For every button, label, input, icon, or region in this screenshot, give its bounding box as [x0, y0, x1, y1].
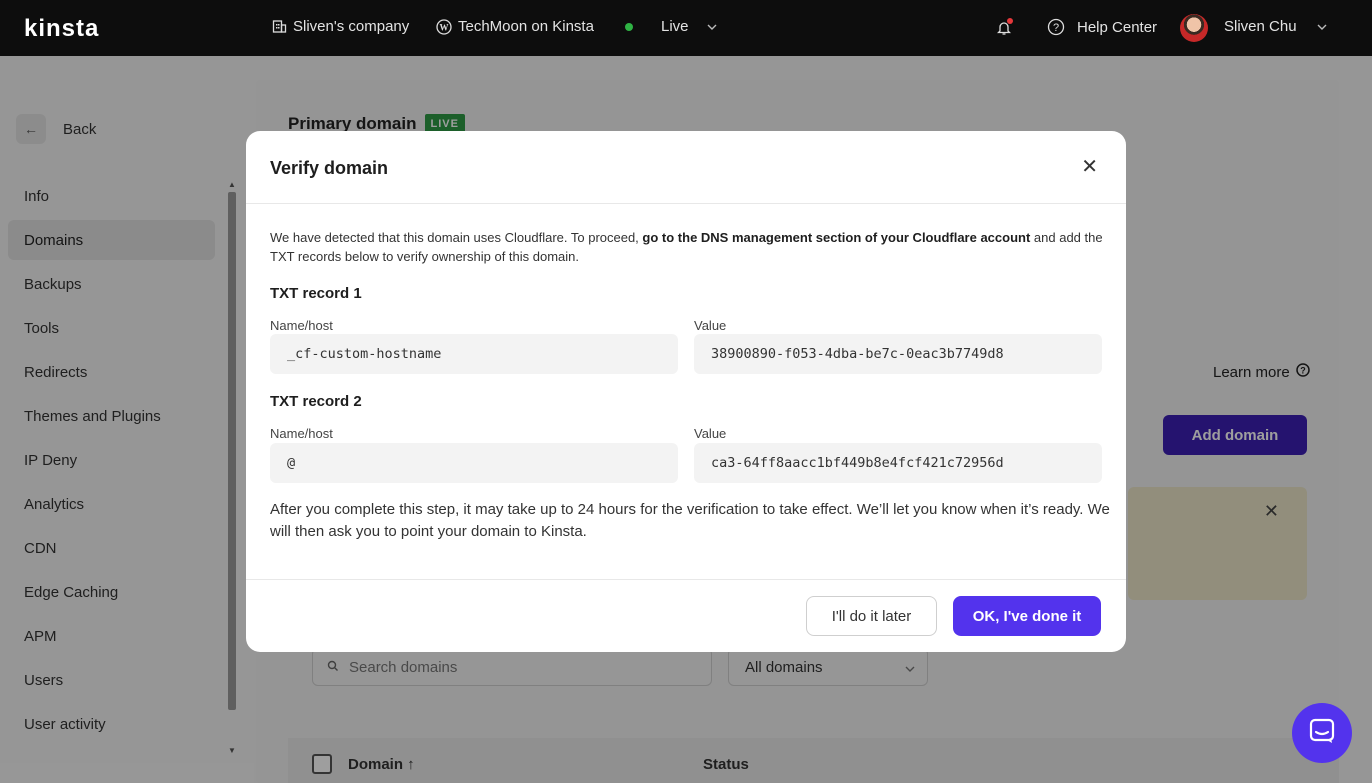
notifications-button[interactable]: [997, 18, 1013, 36]
user-menu[interactable]: Sliven Chu: [1224, 18, 1327, 35]
verify-domain-modal: Verify domain ✕ We have detected that th…: [246, 131, 1126, 652]
help-center-label: Help Center: [1077, 18, 1158, 36]
txt-record-2-title: TXT record 2: [270, 393, 362, 410]
site-switcher[interactable]: W TechMoon on Kinsta: [436, 18, 594, 35]
user-name: Sliven Chu: [1224, 18, 1297, 35]
record-1-name-field[interactable]: _cf-custom-hostname: [270, 334, 678, 374]
kinsta-logo[interactable]: kinsta: [24, 15, 99, 43]
modal-footer-divider: [246, 579, 1126, 580]
question-icon: ?: [1047, 18, 1065, 36]
modal-title: Verify domain: [270, 158, 389, 178]
top-bar: kinsta Sliven's company W TechMoon on Ki…: [0, 0, 1372, 56]
live-status-dot: [625, 22, 633, 31]
svg-text:?: ?: [1053, 22, 1059, 34]
record-2-name-field[interactable]: @: [270, 443, 678, 483]
avatar[interactable]: [1180, 14, 1208, 42]
txt-record-1-title: TXT record 1: [270, 285, 362, 302]
chat-launcher-button[interactable]: [1292, 703, 1352, 763]
building-icon: [272, 19, 287, 34]
intro-text-start: We have detected that this domain uses C…: [270, 230, 643, 245]
modal-header: Verify domain ✕: [246, 131, 1126, 204]
record-2-value-label: Value: [694, 426, 727, 441]
chevron-down-icon: [707, 24, 717, 30]
verification-note: After you complete this step, it may tak…: [270, 501, 1110, 540]
chat-icon: [1308, 717, 1336, 750]
close-icon[interactable]: ✕: [1081, 157, 1098, 177]
record-1-value-field[interactable]: 38900890-f053-4dba-be7c-0eac3b7749d8: [694, 334, 1102, 374]
done-button[interactable]: OK, I've done it: [953, 596, 1101, 636]
do-it-later-button[interactable]: I'll do it later: [806, 596, 937, 636]
record-2-value-field[interactable]: ca3-64ff8aacc1bf449b8e4fcf421c72956d: [694, 443, 1102, 483]
help-center-link[interactable]: ? Help Center: [1047, 18, 1157, 36]
site-name: TechMoon on Kinsta: [458, 18, 594, 35]
record-2-name-label: Name/host: [270, 426, 333, 441]
wordpress-icon: W: [436, 18, 452, 35]
chevron-down-icon: [1317, 24, 1327, 30]
svg-text:W: W: [440, 22, 449, 32]
environment-label: Live: [661, 18, 689, 35]
notification-badge: [1007, 18, 1013, 24]
record-1-name-label: Name/host: [270, 318, 333, 333]
modal-intro-text: We have detected that this domain uses C…: [270, 228, 1110, 266]
company-switcher[interactable]: Sliven's company: [272, 18, 409, 35]
record-1-value-label: Value: [694, 318, 727, 333]
company-name: Sliven's company: [293, 18, 410, 35]
intro-text-emphasis: go to the DNS management section of your…: [642, 230, 1031, 245]
bell-icon: [997, 18, 1013, 36]
environment-switcher[interactable]: Live: [625, 18, 717, 35]
